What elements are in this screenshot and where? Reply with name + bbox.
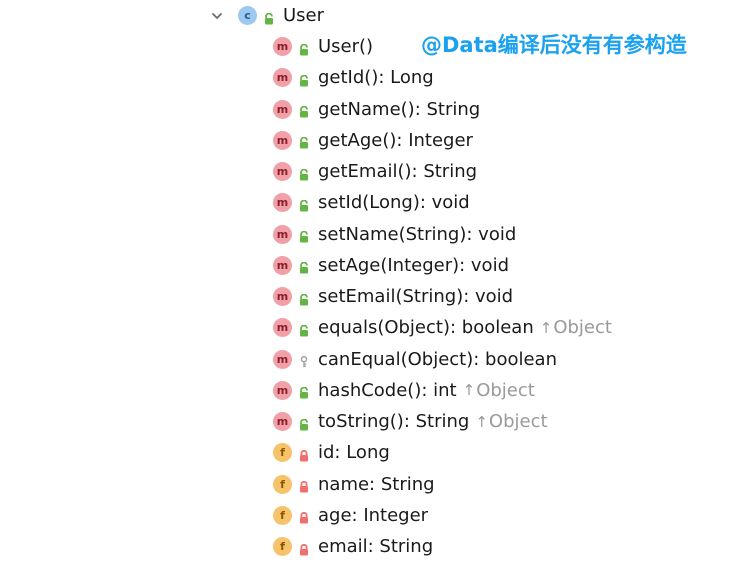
annotation-note: @Data编译后没有有参构造 [421, 33, 687, 57]
field-icon: f [273, 474, 292, 494]
protected-icon [299, 353, 309, 368]
private-icon [299, 541, 309, 555]
method-icon: m [273, 130, 292, 150]
method-icon: m [273, 162, 292, 181]
up-arrow-icon: ↑ [475, 412, 488, 431]
inherited-from: ↑ Object [463, 380, 535, 401]
private-icon [299, 447, 309, 462]
class-node[interactable]: c User [211, 0, 324, 31]
field-item[interactable]: f name: String [273, 469, 435, 500]
member-label: setAge(Integer): void [318, 254, 509, 276]
member-label: email: String [318, 536, 434, 557]
method-item[interactable]: m getAge(): Integer [273, 125, 473, 156]
member-label: hashCode(): int [318, 379, 457, 401]
structure-tree: c User m User() m getId(): Long m getName(): … [0, 0, 753, 560]
public-icon [299, 291, 309, 305]
public-icon [299, 384, 309, 399]
private-icon [299, 509, 309, 524]
method-icon: m [273, 193, 292, 213]
inherited-from: ↑ Object [540, 317, 612, 338]
method-icon: m [273, 99, 292, 119]
public-icon [299, 197, 309, 212]
public-icon [264, 10, 274, 24]
public-icon [299, 322, 309, 337]
field-icon: f [273, 443, 292, 463]
member-label: getAge(): Integer [318, 129, 473, 151]
expand-chevron-icon[interactable] [211, 10, 223, 22]
inherited-class: Object [553, 317, 612, 339]
method-icon: m [273, 412, 292, 431]
method-item[interactable]: m equals(Object): boolean ↑ Object [273, 312, 612, 343]
class-icon: c [238, 6, 257, 25]
method-icon: m [273, 380, 292, 400]
public-icon [299, 41, 309, 55]
method-item[interactable]: m getEmail(): String [273, 156, 477, 187]
inherited-class: Object [488, 411, 548, 432]
method-item[interactable]: m setEmail(String): void [273, 281, 513, 312]
field-item[interactable]: f id: Long [273, 437, 390, 468]
member-label: id: Long [318, 442, 390, 464]
member-label: getId(): Long [318, 67, 434, 89]
private-icon [299, 478, 309, 493]
member-label: canEqual(Object): boolean [318, 348, 557, 370]
class-name: User [283, 5, 325, 26]
member-label: setName(String): void [318, 223, 517, 245]
method-item[interactable]: m getName(): String [273, 94, 480, 125]
member-label: age: Integer [318, 504, 429, 526]
method-item[interactable]: m setId(Long): void [273, 187, 470, 218]
field-item[interactable]: f age: Integer [273, 500, 428, 531]
member-label: setEmail(String): void [318, 286, 514, 307]
member-label: name: String [318, 473, 435, 495]
method-icon: m [273, 68, 292, 88]
public-icon [299, 72, 309, 87]
method-icon: m [273, 37, 292, 56]
public-icon [299, 103, 309, 118]
member-label: getName(): String [318, 98, 481, 120]
field-icon: f [273, 537, 292, 556]
member-label: User() [318, 36, 374, 57]
member-label: setId(Long): void [318, 192, 470, 214]
method-icon: m [273, 224, 292, 244]
field-icon: f [273, 505, 292, 525]
public-icon [299, 166, 309, 180]
member-label: getEmail(): String [318, 161, 478, 182]
public-icon [299, 259, 309, 274]
public-icon [299, 134, 309, 149]
method-item[interactable]: m User() [273, 31, 373, 62]
method-item[interactable]: m setAge(Integer): void [273, 250, 509, 281]
up-arrow-icon: ↑ [539, 318, 553, 337]
method-item[interactable]: m setName(String): void [273, 219, 516, 250]
inherited-class: Object [476, 379, 535, 401]
method-item[interactable]: m getId(): Long [273, 62, 434, 93]
up-arrow-icon: ↑ [462, 381, 476, 400]
method-icon: m [273, 287, 292, 306]
public-icon [299, 416, 309, 430]
inherited-from: ↑ Object [475, 411, 547, 432]
public-icon [299, 228, 309, 243]
method-item[interactable]: m canEqual(Object): boolean [273, 344, 557, 375]
member-label: toString(): String [318, 411, 470, 432]
method-icon: m [273, 255, 292, 275]
member-label: equals(Object): boolean [318, 317, 534, 339]
method-icon: m [273, 318, 292, 338]
method-item[interactable]: m toString(): String ↑ Object [273, 406, 548, 437]
field-item[interactable]: f email: String [273, 531, 433, 562]
method-icon: m [273, 349, 292, 369]
method-item[interactable]: m hashCode(): int ↑ Object [273, 375, 535, 406]
